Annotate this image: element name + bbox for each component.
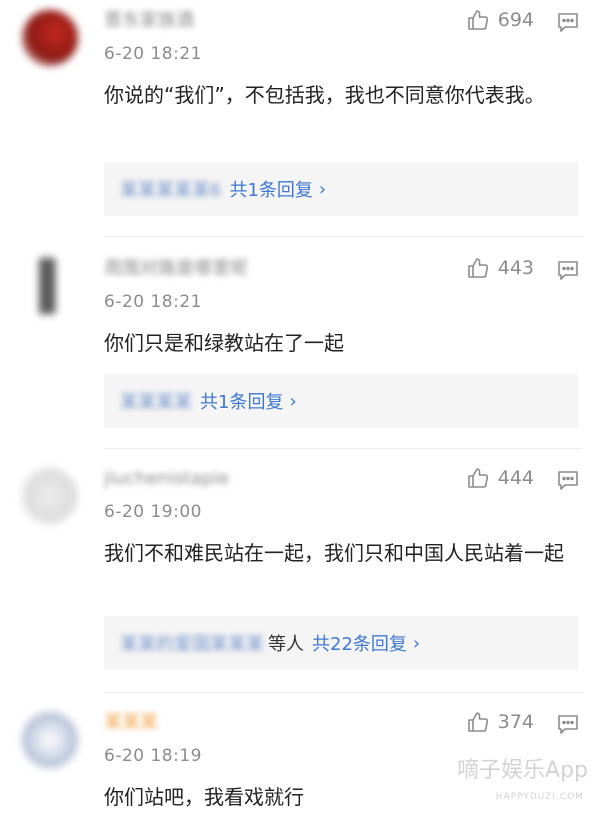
comment-text: 我们不和难民站在一起，我们只和中国人民站着一起: [104, 541, 564, 565]
avatar[interactable]: [22, 468, 78, 524]
comment-reply-icon[interactable]: [556, 10, 580, 34]
reply-names-suffix: 等人: [268, 634, 304, 655]
like-count: 694: [497, 9, 534, 31]
comment-text: 你说的“我们”，不包括我，我也不同意你代表我。: [104, 83, 545, 107]
comment-item: jiuchenistapie 6-20 19:00 444 我们不和难民站在一起…: [0, 458, 600, 684]
divider: [104, 692, 582, 693]
divider: [104, 236, 582, 237]
chevron-right-icon: ›: [412, 632, 421, 654]
like-button[interactable]: 374: [466, 710, 534, 734]
like-count: 443: [497, 257, 534, 279]
comment-item: 周围对路是哪里呢 6-20 18:21 443 你们只是和绿教站在了一起 某某某…: [0, 248, 600, 446]
like-button[interactable]: 444: [466, 466, 534, 490]
comment-time: 6-20 18:19: [104, 746, 202, 766]
username[interactable]: jiuchenistapie: [104, 468, 229, 490]
avatar[interactable]: [22, 258, 78, 314]
comment-time: 6-20 19:00: [104, 502, 202, 522]
reply-count-link[interactable]: 共1条回复: [229, 176, 312, 202]
reply-user-names: 某某的爱国某某某: [120, 634, 264, 655]
comment-item: 晋东家族酒 6-20 18:21 694 你说的“我们”，不包括我，我也不同意你…: [0, 0, 600, 236]
comment-reply-icon[interactable]: [556, 468, 580, 492]
comment-time: 6-20 18:21: [104, 292, 202, 312]
like-button[interactable]: 694: [466, 8, 534, 32]
reply-user-names: 某某某某某6: [120, 180, 222, 201]
watermark-logo: 嘀子娱乐App: [457, 758, 588, 783]
comment-reply-icon[interactable]: [556, 258, 580, 282]
like-count: 374: [497, 711, 534, 733]
comment-reply-icon[interactable]: [556, 712, 580, 736]
reply-count-link[interactable]: 共22条回复: [312, 630, 407, 656]
like-button[interactable]: 443: [466, 256, 534, 280]
username[interactable]: 周围对路是哪里呢: [104, 258, 248, 280]
thumbs-up-icon: [467, 468, 488, 488]
comment-list: 晋东家族酒 6-20 18:21 694 你说的“我们”，不包括我，我也不同意你…: [0, 0, 600, 820]
comment-text: 你们只是和绿教站在了一起: [104, 331, 344, 355]
thumbs-up-icon: [467, 712, 488, 732]
avatar[interactable]: [22, 10, 78, 66]
avatar[interactable]: [22, 712, 78, 768]
chevron-right-icon: ›: [289, 390, 297, 412]
reply-preview[interactable]: 某某某某某6 共1条回复 ›: [104, 162, 578, 216]
thumbs-up-icon: [467, 258, 488, 278]
watermark-url: HAPPYDUZI.COM: [495, 792, 584, 802]
like-count: 444: [497, 467, 534, 489]
username[interactable]: 某某某: [104, 712, 158, 734]
reply-user-names: 某某某某: [120, 392, 192, 413]
divider: [104, 448, 582, 449]
chevron-right-icon: ›: [318, 178, 327, 200]
reply-preview[interactable]: 某某的爱国某某某 等人 共22条回复 ›: [104, 616, 578, 670]
thumbs-up-icon: [467, 10, 488, 30]
username[interactable]: 晋东家族酒: [104, 10, 194, 32]
reply-count-link[interactable]: 共1条回复: [200, 388, 283, 414]
reply-preview[interactable]: 某某某某 共1条回复 ›: [104, 374, 578, 428]
comment-time: 6-20 18:21: [104, 44, 202, 64]
